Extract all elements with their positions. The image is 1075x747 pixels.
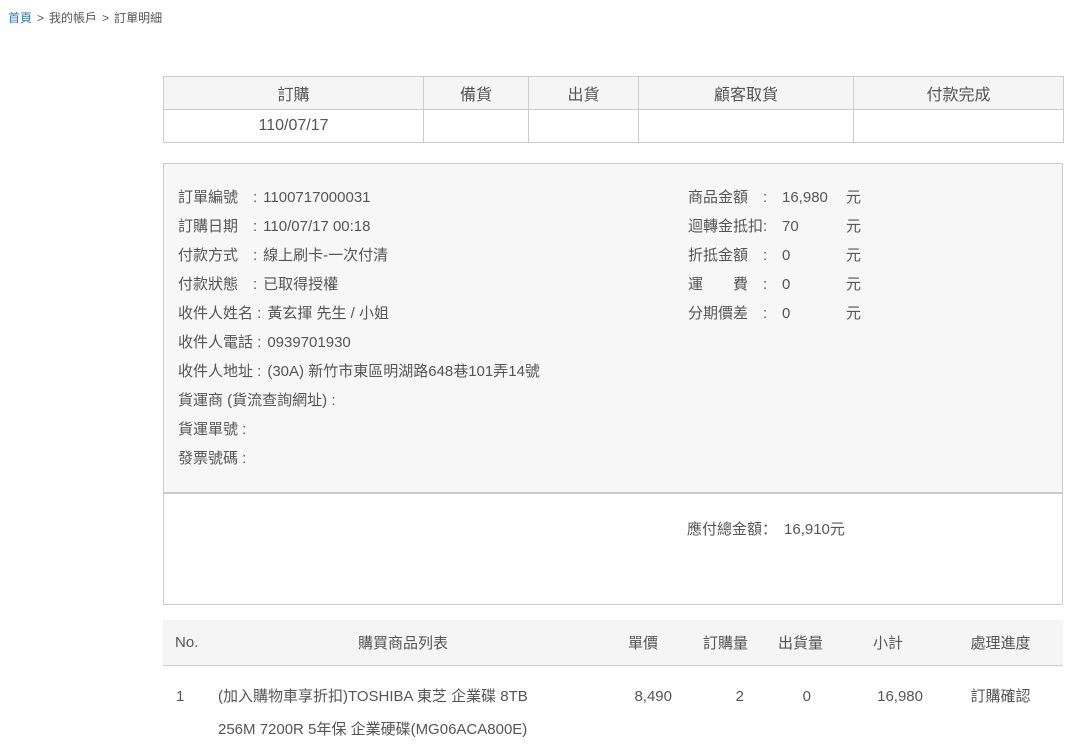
order-date-row: 訂購日期 : 110/07/17 00:18 [178, 212, 688, 241]
breadcrumb-account-link[interactable]: 我的帳戶 [49, 11, 97, 25]
product-row-ship-qty: 0 [763, 665, 838, 747]
product-header-no: No. [163, 620, 208, 665]
order-number-value: 1100717000031 [263, 189, 370, 206]
breadcrumb-separator: > [37, 11, 44, 25]
currency-unit: 元 [846, 270, 861, 299]
product-row-unit-price: 8,490 [598, 665, 688, 747]
recipient-phone-value: 0939701930 [267, 334, 350, 351]
merchandise-amount-row: 商品金額 :16,980元 [688, 183, 1062, 212]
status-value-preparing [424, 110, 529, 143]
rebate-deduction-row: 迴轉金抵扣:70元 [688, 212, 1062, 241]
breadcrumb-separator: > [102, 11, 109, 25]
product-row-order-qty: 2 [688, 665, 763, 747]
shipping-fee-label: 運 費 : [688, 270, 776, 299]
product-row-no: 1 [163, 665, 208, 747]
installment-difference-row: 分期價差 :0元 [688, 299, 1062, 328]
status-header-paid: 付款完成 [854, 77, 1064, 110]
invoice-number-label: 發票號碼 : [178, 450, 246, 467]
order-date-label: 訂購日期 : [178, 218, 257, 235]
installment-difference-label: 分期價差 : [688, 299, 776, 328]
order-info-panel: 訂單編號 : 1100717000031 訂購日期 : 110/07/17 00:1… [163, 163, 1063, 493]
installment-difference-value: 0 [782, 299, 846, 328]
payment-status-value: 已取得授權 [263, 276, 338, 293]
payable-total-label: 應付總金額： [687, 521, 777, 538]
recipient-phone-row: 收件人電話 : 0939701930 [178, 328, 688, 357]
shipping-fee-row: 運 費 :0元 [688, 270, 1062, 299]
status-header-ordered: 訂購 [164, 77, 424, 110]
recipient-name-row: 收件人姓名 : 黃玄揮 先生 / 小姐 [178, 299, 688, 328]
product-row-name: (加入購物車享折扣)TOSHIBA 東芝 企業碟 8TB 256M 7200R … [208, 665, 598, 747]
currency-unit: 元 [846, 183, 861, 212]
order-date-value: 110/07/17 00:18 [263, 218, 370, 235]
order-number-row: 訂單編號 : 1100717000031 [178, 183, 688, 212]
product-header-subtotal: 小計 [838, 620, 938, 665]
merchandise-amount-value: 16,980 [782, 183, 846, 212]
recipient-name-value: 黃玄揮 先生 / 小姐 [267, 305, 389, 322]
product-table: No. 購買商品列表 單價 訂購量 出貨量 小計 處理進度 1 (加入購物車享折… [163, 620, 1063, 747]
status-header-preparing: 備貨 [424, 77, 529, 110]
carrier-label: 貨運商 (貨流查詢網址) : [178, 392, 336, 409]
product-table-header-row: No. 購買商品列表 單價 訂購量 出貨量 小計 處理進度 [163, 620, 1063, 665]
payment-status-row: 付款狀態 : 已取得授權 [178, 270, 688, 299]
order-detail-content: 訂購 備貨 出貨 顧客取貨 付款完成 110/07/17 訂單編號 : 11007… [163, 76, 1063, 747]
shipping-number-label: 貨運單號 : [178, 421, 246, 438]
order-info-left-column: 訂單編號 : 1100717000031 訂購日期 : 110/07/17 00:1… [178, 183, 688, 473]
rebate-deduction-label: 迴轉金抵扣: [688, 212, 776, 241]
product-row-subtotal: 16,980 [838, 665, 938, 747]
discount-amount-row: 折抵金額 :0元 [688, 241, 1062, 270]
payable-total-value: 16,910元 [784, 521, 845, 538]
status-value-paid [854, 110, 1064, 143]
product-name-line1: (加入購物車享折扣)TOSHIBA 東芝 企業碟 8TB [218, 680, 597, 713]
order-status-table: 訂購 備貨 出貨 顧客取貨 付款完成 110/07/17 [163, 76, 1064, 143]
breadcrumb: 首頁 > 我的帳戶 > 訂單明細 [0, 0, 1075, 26]
currency-unit: 元 [846, 212, 861, 241]
rebate-deduction-value: 70 [782, 212, 846, 241]
currency-unit: 元 [846, 241, 861, 270]
order-number-label: 訂單編號 : [178, 189, 257, 206]
currency-unit: 元 [846, 299, 861, 328]
carrier-row: 貨運商 (貨流查詢網址) : [178, 386, 688, 415]
status-header-pickup: 顧客取貨 [639, 77, 854, 110]
product-header-unit-price: 單價 [598, 620, 688, 665]
payment-method-row: 付款方式 : 線上刷卡-一次付清 [178, 241, 688, 270]
recipient-address-row: 收件人地址 : (30A) 新竹市東區明湖路648巷101弄14號 [178, 357, 688, 386]
status-value-shipped [529, 110, 639, 143]
product-header-order-qty: 訂購量 [688, 620, 763, 665]
payment-status-label: 付款狀態 : [178, 276, 257, 293]
product-header-progress: 處理進度 [938, 620, 1063, 665]
discount-amount-label: 折抵金額 : [688, 241, 776, 270]
payable-total-box: 應付總金額： 16,910元 [163, 493, 1063, 605]
status-value-ordered-date: 110/07/17 [164, 110, 424, 143]
discount-amount-value: 0 [782, 241, 846, 270]
recipient-address-value: (30A) 新竹市東區明湖路648巷101弄14號 [267, 363, 540, 380]
product-name-line2: 256M 7200R 5年保 企業硬碟(MG06ACA800E) [218, 713, 597, 746]
product-row-progress: 訂購確認 [938, 665, 1063, 747]
invoice-number-row: 發票號碼 : [178, 444, 688, 473]
product-row: 1 (加入購物車享折扣)TOSHIBA 東芝 企業碟 8TB 256M 7200… [163, 665, 1063, 747]
product-header-name: 購買商品列表 [208, 620, 598, 665]
recipient-address-label: 收件人地址 : [178, 363, 261, 380]
breadcrumb-home-link[interactable]: 首頁 [8, 11, 32, 25]
breadcrumb-current-page: 訂單明細 [114, 11, 162, 25]
order-info-right-column: 商品金額 :16,980元 迴轉金抵扣:70元 折抵金額 :0元 運 費 :0元… [688, 183, 1062, 473]
status-header-shipped: 出貨 [529, 77, 639, 110]
status-value-pickup [639, 110, 854, 143]
payment-method-value: 線上刷卡-一次付清 [263, 247, 388, 264]
shipping-number-row: 貨運單號 : [178, 415, 688, 444]
merchandise-amount-label: 商品金額 : [688, 183, 776, 212]
shipping-fee-value: 0 [782, 270, 846, 299]
recipient-phone-label: 收件人電話 : [178, 334, 261, 351]
recipient-name-label: 收件人姓名 : [178, 305, 261, 322]
product-header-ship-qty: 出貨量 [763, 620, 838, 665]
payment-method-label: 付款方式 : [178, 247, 257, 264]
